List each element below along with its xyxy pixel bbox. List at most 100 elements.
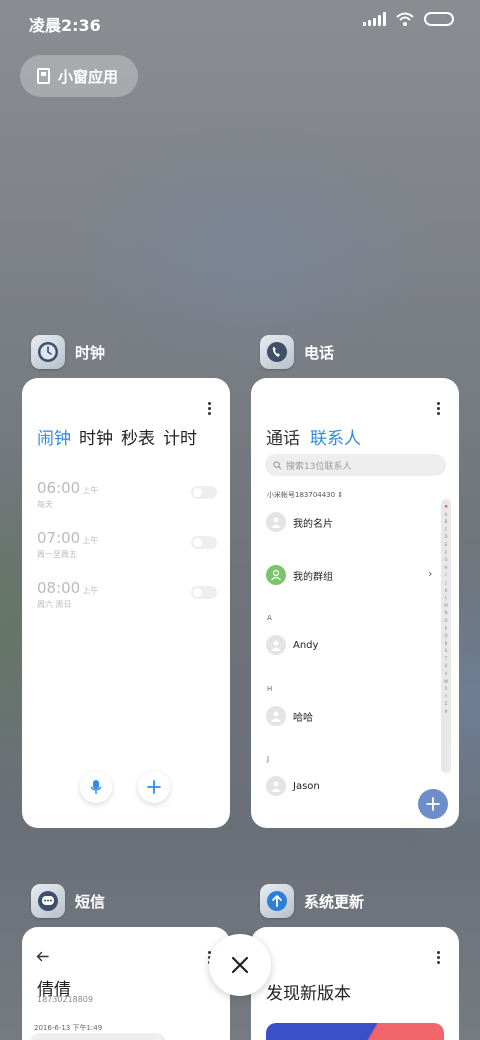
- search-icon: [273, 460, 282, 469]
- contact-my-groups[interactable]: 我的群组 ›: [266, 565, 436, 585]
- section-header-a: A: [267, 614, 272, 622]
- account-label[interactable]: 小米帐号183704430 ⇕: [267, 490, 343, 500]
- alpha-letter: Q: [444, 633, 448, 639]
- more-options-icon[interactable]: [208, 402, 212, 415]
- alpha-letter: R: [444, 640, 448, 646]
- avatar: [266, 565, 286, 585]
- sms-app-card[interactable]: 倩倩 18730218809 2016-6-13 下午1:49: [22, 927, 230, 1040]
- alarm-item[interactable]: 07:00 上午 周一至周五: [37, 528, 217, 564]
- person-icon: [271, 640, 281, 651]
- person-icon: [271, 711, 281, 722]
- alpha-letter: B: [444, 519, 448, 525]
- section-header-h: H: [267, 685, 273, 693]
- more-options-icon[interactable]: [437, 951, 441, 964]
- contact-name: 哈哈: [293, 712, 313, 724]
- alarm-toggle[interactable]: [191, 536, 217, 549]
- alpha-letter: J: [445, 579, 447, 585]
- contact-andy[interactable]: Andy: [266, 635, 318, 655]
- alpha-letter: N: [444, 610, 448, 616]
- contact-my-card[interactable]: 我的名片: [266, 512, 333, 532]
- clock-app-card[interactable]: 闹钟 时钟 秒表 计时 06:00 上午 每天 07:00 上午 周一至周五 08:…: [22, 378, 230, 828]
- alarm-ampm: 上午: [82, 486, 99, 495]
- clock-app-icon: [31, 335, 65, 369]
- alarm-toggle[interactable]: [191, 486, 217, 499]
- add-alarm-button[interactable]: [138, 771, 170, 803]
- alpha-letter: F: [444, 549, 448, 555]
- voice-button[interactable]: [80, 771, 112, 803]
- contact-name: Jason: [293, 780, 320, 792]
- alarm-item[interactable]: 06:00 上午 每天: [37, 478, 217, 514]
- contact-haha[interactable]: 哈哈: [266, 706, 313, 726]
- tab-contacts[interactable]: 联系人: [310, 424, 361, 449]
- message-date: 2016-6-13 下午1:49: [34, 1024, 103, 1032]
- phone-app-icon: [260, 335, 294, 369]
- chevron-right-icon: ›: [428, 567, 433, 580]
- small-window-label: 小窗应用: [58, 67, 119, 86]
- alpha-letter: L: [444, 595, 448, 601]
- alarm-item[interactable]: 08:00 上午 周六 周日: [37, 578, 217, 614]
- alpha-letter: E: [444, 541, 448, 547]
- contact-search-input[interactable]: 搜索13位联系人: [265, 454, 446, 476]
- back-arrow-icon[interactable]: [36, 951, 49, 962]
- avatar: [266, 635, 286, 655]
- sms-app-icon: [31, 884, 65, 918]
- alarm-toggle[interactable]: [191, 586, 217, 599]
- alpha-letter: D: [444, 534, 448, 540]
- alphabet-index-scrollbar[interactable]: ♥ A B C D E F G H I J K L M N O P Q R S …: [441, 499, 451, 773]
- account-switch-icon: ⇕: [337, 491, 344, 499]
- clock-tabs: 闹钟 时钟 秒表 计时: [37, 424, 197, 449]
- tab-stopwatch[interactable]: 秒表: [121, 424, 155, 449]
- clock-app-name: 时钟: [75, 343, 106, 362]
- alpha-letter: H: [444, 564, 448, 570]
- update-app-header: 系统更新: [260, 884, 364, 918]
- add-contact-button[interactable]: [418, 789, 448, 819]
- avatar: [266, 706, 286, 726]
- update-app-icon: [260, 884, 294, 918]
- small-window-apps-button[interactable]: 小窗应用: [20, 55, 138, 97]
- phone-app-name: 电话: [304, 343, 335, 362]
- search-placeholder: 搜索13位联系人: [286, 461, 352, 472]
- alpha-letter: S: [444, 648, 448, 654]
- update-app-card[interactable]: 发现新版本: [251, 927, 459, 1040]
- alpha-letter: U: [444, 663, 448, 669]
- update-banner-image: [266, 1023, 444, 1040]
- phone-app-header: 电话: [260, 335, 334, 369]
- alarm-repeat: 周六 周日: [37, 600, 72, 609]
- favorites-heart-icon: ♥: [444, 504, 448, 509]
- alpha-letter: M: [444, 602, 448, 608]
- alpha-letter: X: [444, 686, 448, 692]
- plus-icon: [426, 797, 440, 811]
- plus-icon: [147, 780, 161, 794]
- alpha-letter: A: [444, 511, 448, 517]
- contact-name: 我的群组: [293, 571, 333, 583]
- alpha-letter: V: [444, 671, 448, 677]
- alarm-repeat: 周一至周五: [37, 550, 77, 559]
- person-icon: [271, 781, 281, 792]
- alarm-time: 07:00: [37, 529, 81, 547]
- phone-app-card[interactable]: 通话 联系人 搜索13位联系人 小米帐号183704430 ⇕ 我的名片 我的群…: [251, 378, 459, 828]
- alpha-letter: Y: [444, 693, 448, 699]
- alpha-letter: K: [444, 587, 448, 593]
- tab-alarm[interactable]: 闹钟: [37, 424, 71, 449]
- contact-jason[interactable]: Jason: [266, 776, 320, 796]
- alpha-letter: #: [444, 709, 448, 715]
- microphone-icon: [90, 780, 102, 794]
- section-header-j: J: [267, 755, 270, 763]
- alarm-repeat: 每天: [37, 500, 53, 509]
- clear-all-button[interactable]: [209, 934, 271, 996]
- sms-app-header: 短信: [31, 884, 105, 918]
- update-app-name: 系统更新: [304, 892, 365, 911]
- more-options-icon[interactable]: [437, 402, 441, 415]
- avatar: [266, 512, 286, 532]
- tab-timer[interactable]: 计时: [163, 424, 197, 449]
- avatar: [266, 776, 286, 796]
- alpha-letter: O: [444, 617, 448, 623]
- alpha-letter: W: [444, 678, 448, 684]
- tab-clock[interactable]: 时钟: [79, 424, 113, 449]
- status-icons: [363, 12, 454, 26]
- tab-calls[interactable]: 通话: [266, 424, 300, 449]
- group-icon: [271, 569, 281, 581]
- close-icon: [231, 956, 249, 974]
- alpha-letter: P: [444, 625, 448, 631]
- alarm-ampm: 上午: [82, 536, 99, 545]
